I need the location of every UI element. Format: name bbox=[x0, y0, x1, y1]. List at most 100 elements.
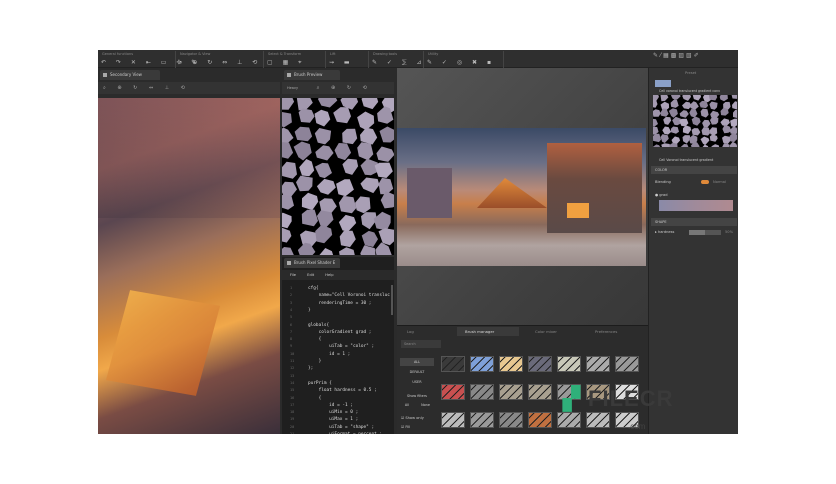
fill-checkbox[interactable]: ☑ Fill bbox=[401, 425, 410, 429]
brush-thumbnail[interactable] bbox=[441, 384, 465, 400]
brush-thumbnail[interactable] bbox=[470, 384, 494, 400]
voronoi-cell bbox=[702, 144, 709, 147]
voronoi-cell bbox=[711, 144, 720, 147]
code-line: purPrim { bbox=[308, 380, 332, 386]
voronoi-cell bbox=[282, 181, 297, 198]
menu-file[interactable]: File bbox=[290, 273, 296, 277]
tab-preferences[interactable]: Preferences bbox=[587, 327, 617, 336]
brush-thumbnail[interactable] bbox=[586, 356, 610, 372]
voronoi-cell bbox=[360, 245, 376, 255]
brush-preview-canvas[interactable] bbox=[282, 98, 394, 255]
menu-help[interactable]: Help bbox=[325, 273, 333, 277]
voronoi-cell bbox=[301, 192, 319, 211]
voronoi-cell bbox=[339, 230, 356, 248]
hardness-slider[interactable] bbox=[689, 230, 721, 235]
painting-structure bbox=[98, 98, 280, 218]
voronoi-cell bbox=[679, 110, 689, 118]
tab-log[interactable]: Log bbox=[399, 327, 414, 336]
voronoi-cell bbox=[692, 95, 702, 101]
main-canvas-area[interactable]: Log Brush manager Color mixer Preferences S… bbox=[397, 68, 648, 434]
toolbar-section: Utility ✎ ✓ ◎ ✖ ▪ bbox=[424, 51, 504, 68]
voronoi-cell bbox=[700, 136, 710, 145]
voronoi-cell bbox=[709, 101, 718, 110]
brush-icon-thumb[interactable] bbox=[655, 80, 671, 87]
show-only-checkbox[interactable]: ☑ Show only bbox=[401, 416, 424, 420]
brush-thumbnail[interactable] bbox=[470, 412, 494, 428]
color-section-header[interactable]: COLOR bbox=[651, 166, 737, 174]
voronoi-cell bbox=[293, 141, 312, 161]
voronoi-cell bbox=[294, 126, 313, 142]
gradient-bar[interactable] bbox=[659, 200, 733, 211]
code-line: renderingTime = 30 ; bbox=[308, 300, 372, 306]
line-number: 3 bbox=[290, 300, 293, 305]
code-scrollbar[interactable] bbox=[391, 285, 393, 315]
secondary-view-toolbar[interactable]: ⌕ ⊕ ↻ ⇔ ⊥ ⟲ bbox=[98, 82, 280, 94]
code-line: uiTab = "shape" ; bbox=[308, 424, 375, 430]
section-tool-icons[interactable]: ⇝ ▬ bbox=[329, 59, 354, 66]
category-default[interactable]: DEFAULT bbox=[400, 368, 434, 376]
category-user[interactable]: USER bbox=[400, 378, 434, 386]
filter-none-button[interactable]: None bbox=[417, 401, 434, 409]
voronoi-cell bbox=[691, 128, 701, 136]
section-tool-icons[interactable]: ✎ ✓ ⅀ ⊿ bbox=[372, 59, 426, 66]
voronoi-cell bbox=[314, 109, 331, 127]
brush-thumbnail[interactable] bbox=[557, 412, 581, 428]
tab-brush-manager[interactable]: Brush manager bbox=[457, 327, 519, 336]
brush-thumbnail[interactable] bbox=[499, 412, 523, 428]
voronoi-cell bbox=[722, 124, 732, 134]
voronoi-cell bbox=[316, 210, 334, 229]
code-line: uiMin = 0 ; bbox=[308, 410, 359, 416]
section-tool-icons[interactable]: ✎ ✓ ◎ ✖ ▪ bbox=[427, 59, 495, 66]
toolbar-section: Select & Transform ▢ ▦ ⌖ bbox=[264, 51, 326, 68]
brush-type-icons[interactable]: ✎⁄▦▩▨▧✐ bbox=[653, 52, 701, 59]
menu-edit[interactable]: Edit bbox=[307, 273, 314, 277]
brush-thumbnail[interactable] bbox=[499, 356, 523, 372]
voronoi-cell bbox=[282, 161, 297, 179]
tab-brush-preview[interactable]: Brush Preview bbox=[284, 70, 340, 80]
preview-mode[interactable]: Heavy bbox=[287, 86, 298, 90]
filter-all-button[interactable]: All bbox=[400, 401, 414, 409]
voronoi-cell bbox=[679, 118, 689, 127]
blending-select[interactable]: Normal bbox=[713, 180, 726, 184]
brush-thumbnail[interactable] bbox=[528, 384, 552, 400]
main-painting[interactable] bbox=[397, 128, 646, 266]
line-number: 4 bbox=[290, 307, 293, 312]
brush-thumbnail[interactable] bbox=[557, 356, 581, 372]
tab-secondary-view[interactable]: Secondary View bbox=[100, 70, 160, 80]
brush-thumbnail[interactable] bbox=[615, 356, 639, 372]
secondary-view-canvas[interactable] bbox=[98, 98, 280, 434]
line-number: 18 bbox=[290, 410, 295, 415]
section-tool-icons[interactable]: ▢ ▦ ⌖ bbox=[267, 59, 306, 67]
brush-search-input[interactable]: Search bbox=[401, 340, 441, 348]
show-filters[interactable]: Show filters bbox=[400, 392, 434, 400]
brush-thumbnail[interactable] bbox=[441, 412, 465, 428]
brush-thumbnail[interactable] bbox=[499, 384, 523, 400]
voronoi-cell bbox=[342, 128, 358, 145]
section-tool-icons[interactable]: ⌕ ⊕ ↻ ⇔ ⊥ ⟲ bbox=[179, 59, 261, 67]
line-number: 10 bbox=[290, 351, 295, 356]
brush-thumbnail[interactable] bbox=[586, 412, 610, 428]
brush-thumbnail[interactable] bbox=[470, 356, 494, 372]
tab-color-mixer[interactable]: Color mixer bbox=[527, 327, 557, 336]
tab-pixel-shader[interactable]: Brush Pixel Shader E bbox=[284, 258, 340, 268]
voronoi-cell bbox=[355, 196, 371, 214]
voronoi-cell bbox=[660, 95, 669, 102]
category-all[interactable]: ALL bbox=[400, 358, 434, 366]
line-number: 16 bbox=[290, 395, 295, 400]
voronoi-cell bbox=[733, 109, 737, 119]
voronoi-cell bbox=[682, 95, 691, 101]
line-number: 5 bbox=[290, 315, 293, 320]
shape-section-header[interactable]: SHAPE bbox=[651, 218, 737, 226]
section-label: Utility bbox=[428, 52, 439, 56]
toolbar-section: Drawing tools ✎ ✓ ⅀ ⊿ bbox=[369, 51, 424, 68]
preview-tools[interactable]: ⌕ ⊕ ↻ ⟲ bbox=[317, 85, 372, 91]
voronoi-cell bbox=[319, 248, 334, 255]
voronoi-cell bbox=[662, 126, 672, 135]
brush-thumbnail[interactable] bbox=[441, 356, 465, 372]
voronoi-cell bbox=[316, 178, 336, 195]
voronoi-cell bbox=[709, 134, 718, 142]
line-number: 6 bbox=[290, 322, 293, 327]
brush-thumbnail[interactable] bbox=[528, 356, 552, 372]
voronoi-cell bbox=[296, 175, 313, 192]
brush-thumbnail[interactable] bbox=[528, 412, 552, 428]
